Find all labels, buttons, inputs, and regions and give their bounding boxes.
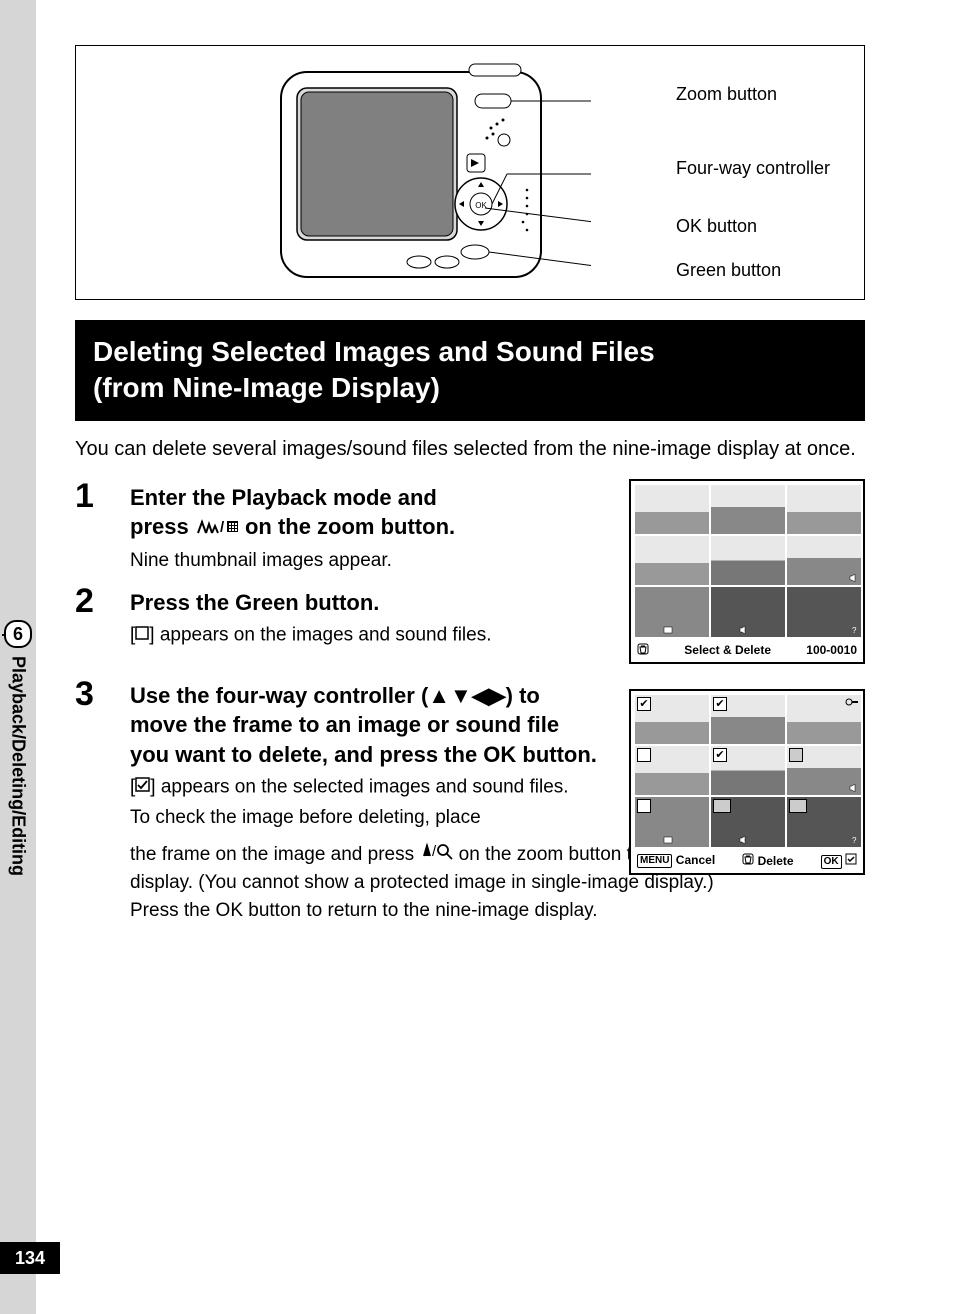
trash-icon bbox=[742, 853, 754, 865]
page-content: OK Zoom button Four-way controller OK bu… bbox=[75, 45, 865, 924]
step-number: 2 bbox=[75, 584, 130, 649]
chapter-title-vertical: Playback/Deleting/Editing bbox=[8, 656, 29, 876]
checkbox-checked-icon: ✔ bbox=[637, 697, 651, 711]
screen1-trash-icon bbox=[637, 643, 649, 658]
svg-text:?: ? bbox=[852, 836, 857, 845]
section-heading-line1: Deleting Selected Images and Sound Files bbox=[93, 336, 655, 367]
checkbox-grey-icon bbox=[789, 748, 803, 762]
sound-icon bbox=[849, 783, 859, 793]
thumbnail bbox=[635, 536, 709, 585]
step3-desc-c: To check the image before deleting, plac… bbox=[130, 805, 600, 832]
thumbnail bbox=[711, 485, 785, 534]
step1-title-b: press bbox=[130, 514, 195, 539]
section-heading: Deleting Selected Images and Sound Files… bbox=[75, 320, 865, 421]
screen1-fileno: 100-0010 bbox=[806, 643, 857, 657]
thumbnail bbox=[787, 485, 861, 534]
help-icon: ? bbox=[849, 835, 859, 845]
step-number: 3 bbox=[75, 677, 130, 832]
screen1-label: Select & Delete bbox=[684, 643, 771, 657]
checkbox-empty-icon bbox=[637, 799, 651, 813]
thumbnail bbox=[711, 536, 785, 585]
thumbnail bbox=[635, 746, 709, 795]
check-icon bbox=[845, 853, 857, 865]
checkbox-checked-icon: ✔ bbox=[713, 748, 727, 762]
checkbox-checked-icon bbox=[135, 774, 150, 801]
steps-container: ? Select & Delete 100-0010 ✔ ✔ ✔ ? bbox=[75, 479, 865, 924]
thumbnail: ✔ bbox=[635, 695, 709, 744]
screen2-delete: Delete bbox=[758, 854, 794, 868]
help-icon: ? bbox=[849, 625, 859, 635]
svg-text:/: / bbox=[432, 843, 437, 860]
thumbnail bbox=[787, 536, 861, 585]
thumbnail: ✔ bbox=[711, 695, 785, 744]
step2-title: Press the Green button. bbox=[130, 588, 600, 618]
movie-icon bbox=[663, 625, 673, 635]
chapter-number-badge: 6 bbox=[4, 620, 32, 648]
svg-text:?: ? bbox=[852, 626, 857, 635]
thumbnail bbox=[635, 797, 709, 846]
menu-button-icon: MENU bbox=[637, 854, 672, 868]
thumbnail bbox=[787, 746, 861, 795]
callout-fourway: Four-way controller bbox=[676, 158, 830, 179]
camera-diagram-box: OK Zoom button Four-way controller OK bu… bbox=[75, 45, 865, 300]
thumbnail bbox=[711, 587, 785, 636]
screen2-cancel: Cancel bbox=[676, 853, 715, 867]
ok-button-icon: OK bbox=[821, 855, 842, 869]
step1-title-c: on the zoom button. bbox=[245, 514, 455, 539]
intro-paragraph: You can delete several images/sound file… bbox=[75, 435, 865, 463]
sound-icon bbox=[849, 573, 859, 583]
callout-green: Green button bbox=[676, 260, 781, 281]
page-number: 134 bbox=[0, 1242, 60, 1274]
step1-desc: Nine thumbnail images appear. bbox=[130, 548, 600, 575]
lcd-screenshot-2: ✔ ✔ ✔ ? MENU Cancel Delete bbox=[629, 689, 865, 875]
thumbnail: ✔ bbox=[711, 746, 785, 795]
section-heading-line2: (from Nine-Image Display) bbox=[93, 372, 440, 403]
step3-desc-d: the frame on the image and press bbox=[130, 844, 419, 865]
checkbox-empty-icon bbox=[637, 748, 651, 762]
checkbox-checked-icon: ✔ bbox=[713, 697, 727, 711]
checkbox-grey-icon bbox=[713, 799, 731, 813]
svg-text:/: / bbox=[220, 519, 225, 536]
sound-icon bbox=[739, 625, 749, 635]
checkbox-grey-icon bbox=[789, 799, 807, 813]
thumbnail bbox=[787, 695, 861, 744]
thumbnail: ? bbox=[787, 587, 861, 636]
thumbnail bbox=[635, 485, 709, 534]
checkbox-empty-icon bbox=[135, 622, 149, 649]
zoom-tree-magnify-icon: / bbox=[419, 841, 453, 869]
step3-title: Use the four-way controller (▲▼◀▶) to mo… bbox=[130, 681, 600, 770]
step2-desc-b: ] appears on the images and sound files. bbox=[149, 624, 491, 645]
thumbnail bbox=[635, 587, 709, 636]
step3-desc-f: Press the OK button to return to the nin… bbox=[130, 900, 598, 921]
movie-icon bbox=[663, 835, 673, 845]
protected-key-icon bbox=[845, 697, 859, 707]
lcd-screenshot-1: ? Select & Delete 100-0010 bbox=[629, 479, 865, 664]
svg-text:OK: OK bbox=[475, 201, 487, 210]
chapter-side-tab: 6 Playback/Deleting/Editing bbox=[0, 620, 36, 876]
camera-illustration: OK bbox=[271, 54, 591, 292]
step3-desc-b: ] appears on the selected images and sou… bbox=[150, 776, 568, 797]
thumbnail bbox=[711, 797, 785, 846]
sound-icon bbox=[739, 835, 749, 845]
step1-title-a: Enter the Playback mode and bbox=[130, 485, 437, 510]
callout-zoom: Zoom button bbox=[676, 84, 777, 105]
thumbnail: ? bbox=[787, 797, 861, 846]
zoom-out-thumbnails-icon: / bbox=[195, 514, 239, 544]
step-number: 1 bbox=[75, 479, 130, 574]
callout-ok: OK button bbox=[676, 216, 757, 237]
